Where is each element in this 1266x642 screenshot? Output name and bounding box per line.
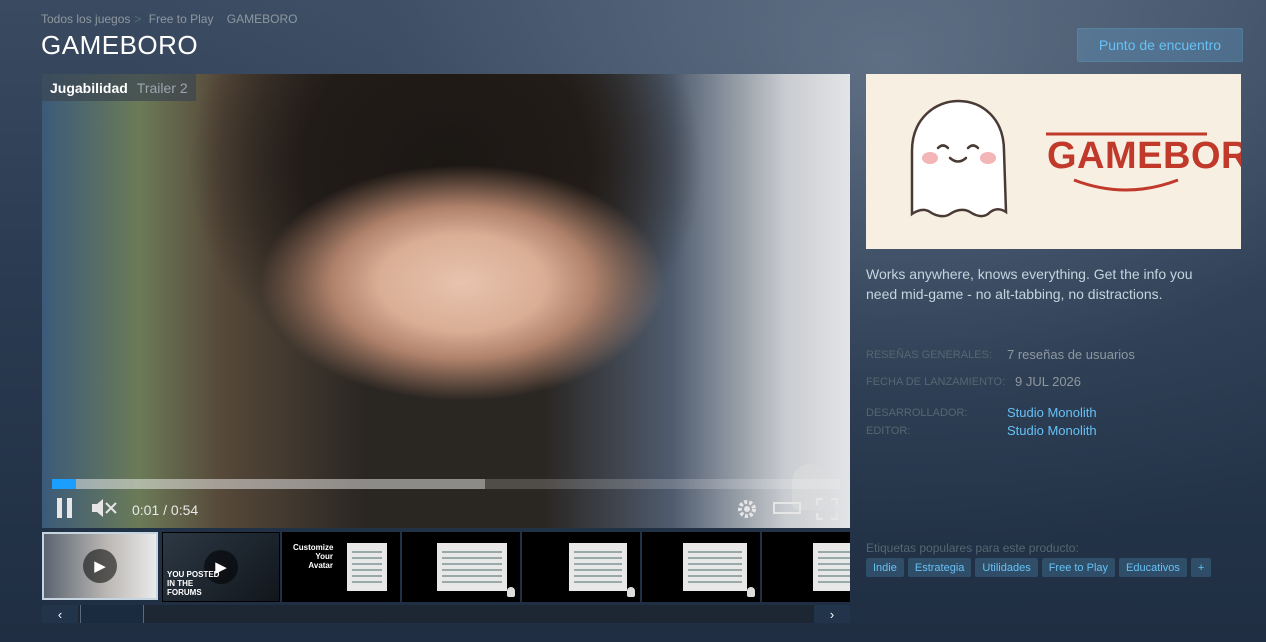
reviews-value[interactable]: 7 reseñas de usuarios (1007, 347, 1135, 362)
breadcrumb: Todos los juegos > Free to Play GAMEBORO (41, 12, 301, 26)
video-progress-bar[interactable] (52, 479, 840, 489)
thumbnail-image-2[interactable] (402, 532, 520, 602)
thumbnail-image-1[interactable]: Customize Your Avatar (282, 532, 400, 602)
buffered-bar (52, 479, 486, 489)
play-icon: ▶ (83, 549, 117, 583)
thumbnail-caption: Customize Your Avatar (293, 543, 334, 570)
publisher-label: EDITOR: (866, 425, 911, 437)
theater-mode-icon[interactable] (773, 498, 801, 524)
community-hub-button[interactable]: Punto de encuentro (1077, 28, 1243, 62)
developer-link[interactable]: Studio Monolith (1007, 405, 1097, 420)
page-title: GAMEBORO (41, 30, 199, 60)
screenshot-preview (683, 543, 747, 591)
release-date-label: FECHA DE LANZAMIENTO: (866, 376, 1006, 388)
screenshot-preview (347, 543, 387, 591)
logo-frame-icon (1046, 132, 1207, 192)
tag-utilities[interactable]: Utilidades (975, 558, 1038, 577)
ghost-icon (507, 587, 515, 597)
ghost-mascot-icon (910, 99, 1008, 218)
tag-indie[interactable]: Indie (866, 558, 904, 577)
thumbnail-image-5[interactable] (762, 532, 850, 602)
thumbnail-video-1[interactable]: ▶ (42, 532, 158, 600)
screenshot-preview (569, 543, 627, 591)
video-controls: 0:01 / 0:54 (42, 494, 850, 528)
publisher-link[interactable]: Studio Monolith (1007, 423, 1097, 438)
breadcrumb-free-to-play[interactable]: Free to Play (149, 12, 214, 26)
short-description: Works anywhere, knows everything. Get th… (866, 266, 1193, 302)
tab-trailer-2[interactable]: Trailer 2 (137, 80, 188, 96)
reviews-label: RESEÑAS GENERALES: (866, 349, 992, 361)
thumbnail-video-2[interactable]: ▶ YOU POSTED IN THE FORUMS (162, 532, 280, 602)
breadcrumb-separator: > (134, 12, 142, 26)
video-player[interactable]: Jugabilidad Trailer 2 0:01 / 0:54 (42, 74, 850, 528)
mute-icon[interactable] (92, 498, 118, 524)
tag-strategy[interactable]: Estrategia (907, 558, 972, 577)
video-tabs: Jugabilidad Trailer 2 (42, 74, 196, 101)
fullscreen-icon[interactable] (815, 497, 839, 526)
tag-educational[interactable]: Educativos (1119, 558, 1187, 577)
tags-label: Etiquetas populares para este producto: (866, 541, 1079, 555)
ghost-icon (627, 587, 635, 597)
scroll-right-button[interactable]: › (814, 605, 850, 623)
thumbnail-image-3[interactable] (522, 532, 640, 602)
popular-tags: Indie Estrategia Utilidades Free to Play… (866, 558, 1212, 577)
tag-free-to-play[interactable]: Free to Play (1041, 558, 1116, 577)
tab-gameplay[interactable]: Jugabilidad (50, 80, 128, 96)
pause-icon[interactable] (56, 498, 74, 524)
scroll-left-button[interactable]: ‹ (42, 605, 78, 623)
thumbnail-scrollbar[interactable]: ‹ › (42, 605, 850, 623)
video-frame[interactable] (42, 74, 850, 528)
tag-more-button[interactable]: + (1190, 558, 1212, 577)
breadcrumb-all-games[interactable]: Todos los juegos (41, 12, 130, 26)
video-time: 0:01 / 0:54 (132, 502, 199, 518)
developer-label: DESARROLLADOR: (866, 407, 968, 419)
screenshot-preview (437, 543, 507, 591)
played-bar (52, 479, 76, 489)
game-details: RESEÑAS GENERALES: 7 reseñas de usuarios… (866, 340, 1241, 450)
game-capsule-image: GAMEBORO (866, 74, 1241, 249)
ghost-icon (747, 587, 755, 597)
media-thumbnail-strip: ▶ ▶ YOU POSTED IN THE FORUMS Customize Y… (42, 532, 850, 602)
settings-gear-icon[interactable] (736, 498, 758, 526)
thumbnail-image-4[interactable] (642, 532, 760, 602)
scroll-handle[interactable] (80, 605, 144, 623)
screenshot-preview (813, 543, 850, 591)
release-date-value: 9 JUL 2026 (1015, 374, 1082, 389)
thumbnail-caption: YOU POSTED IN THE FORUMS (167, 570, 220, 597)
breadcrumb-current[interactable]: GAMEBORO (227, 12, 298, 26)
